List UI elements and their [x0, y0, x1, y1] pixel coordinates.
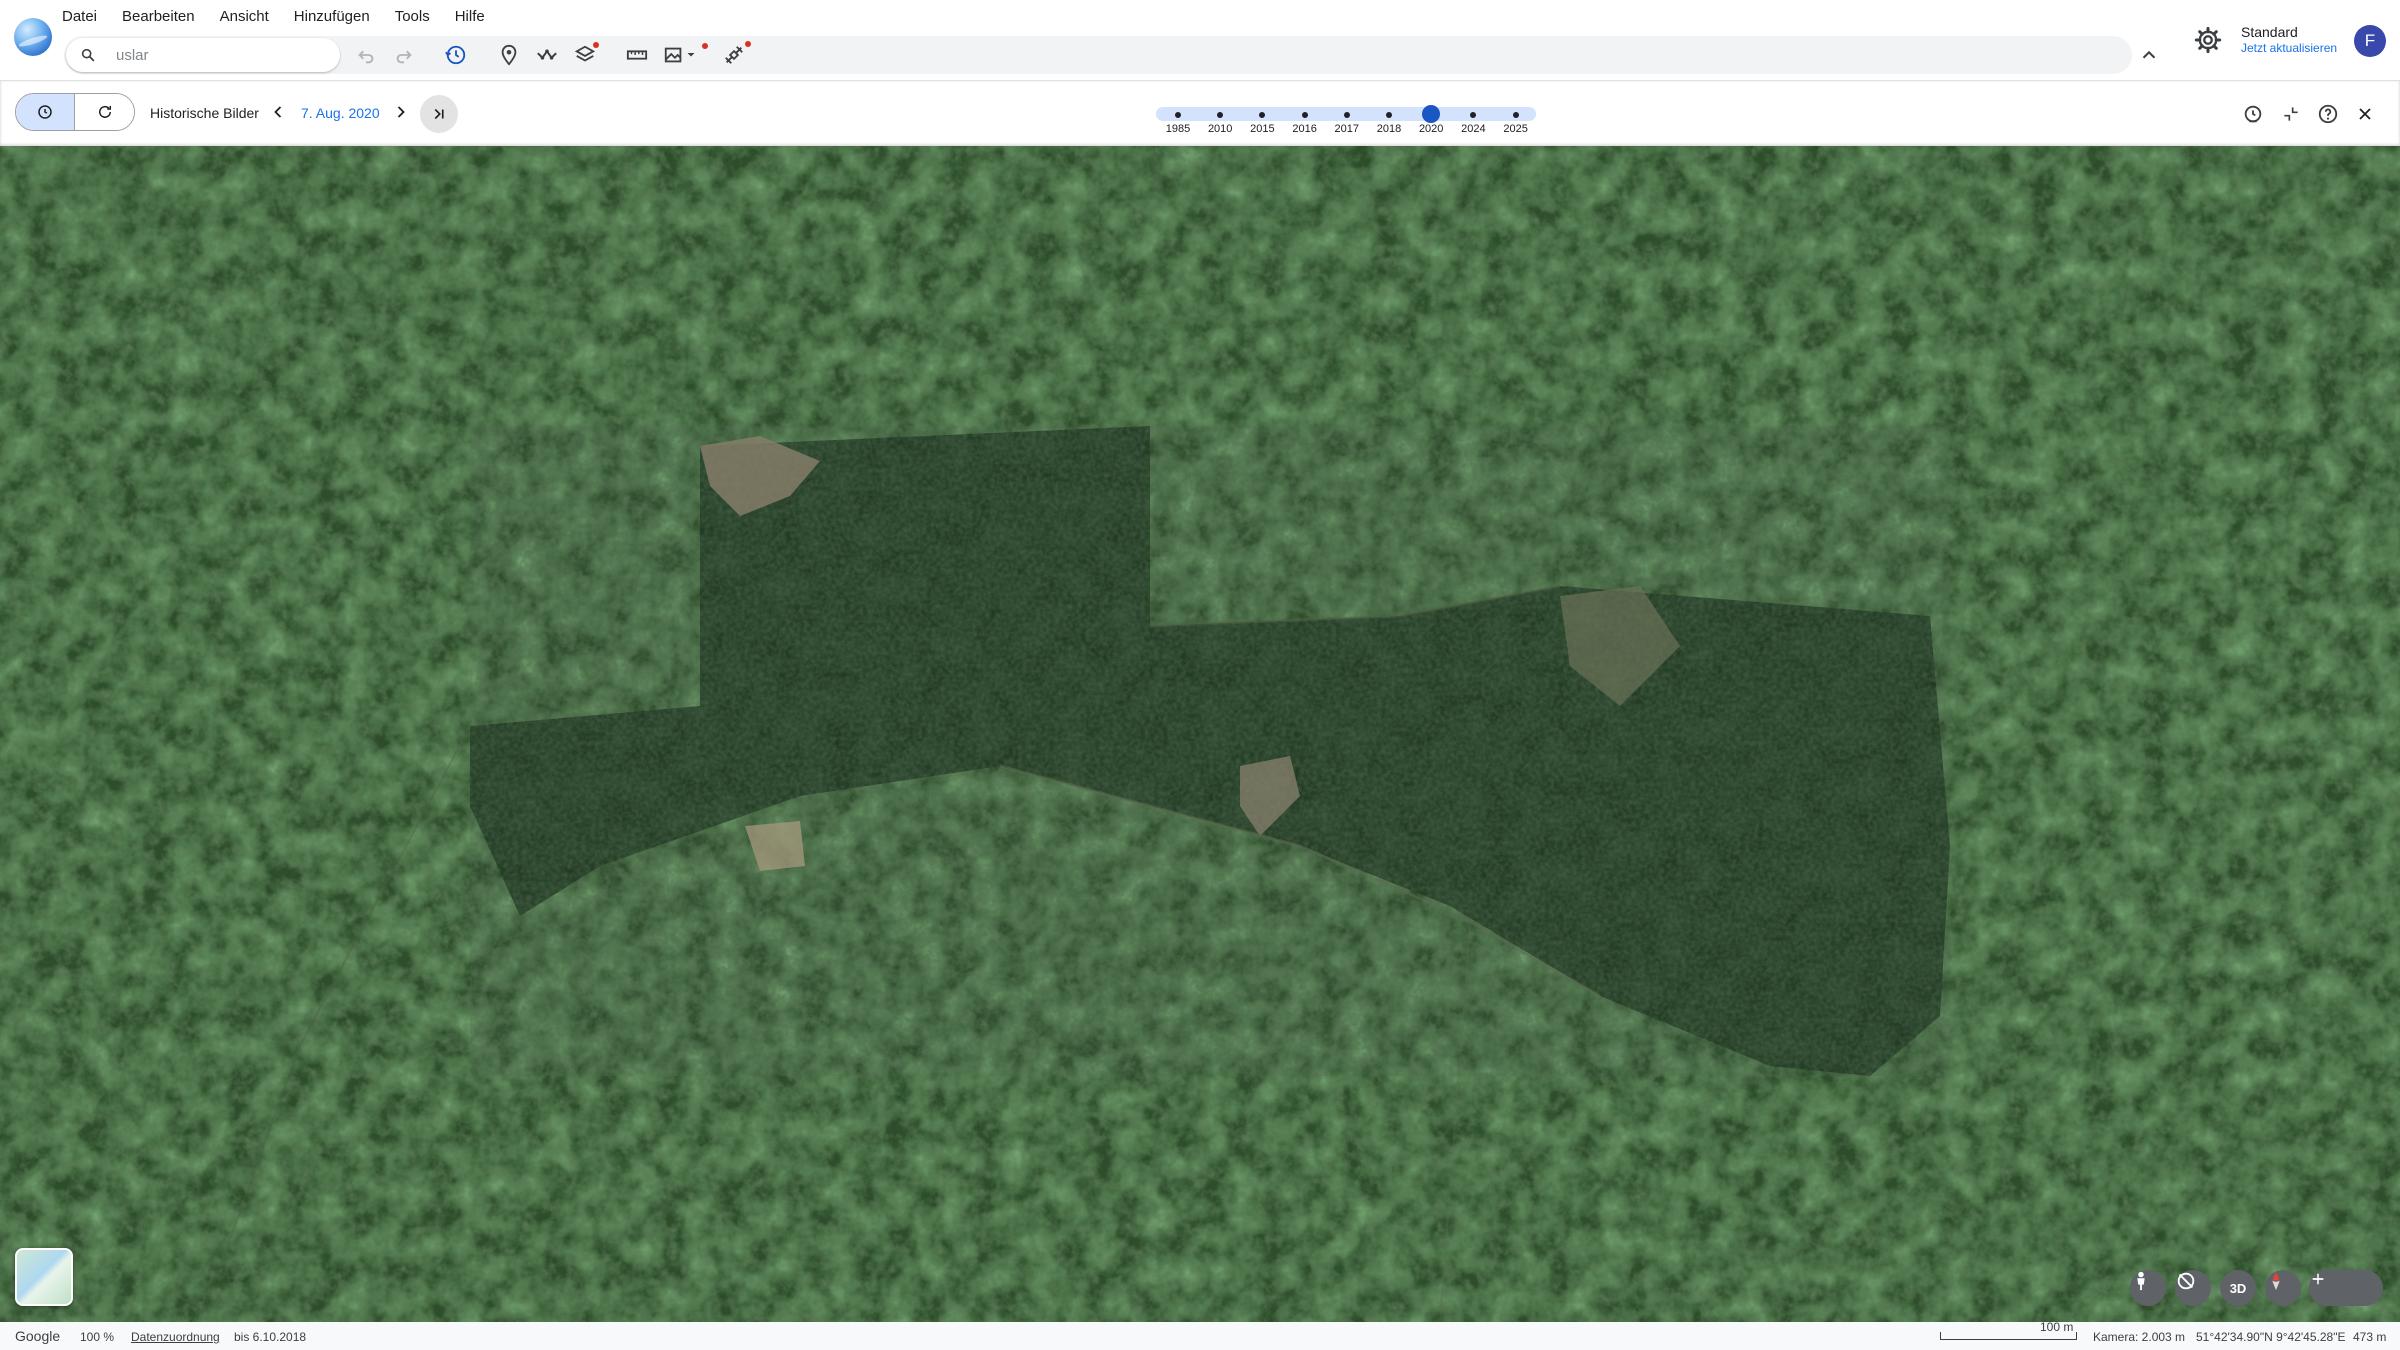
timeline-year-label[interactable]: 2015: [1242, 123, 1282, 135]
next-date-chevron-icon[interactable]: [391, 102, 411, 122]
app-header: Datei Bearbeiten Ansicht Hinzufügen Tool…: [0, 0, 2400, 80]
image-overlay-icon: [664, 47, 682, 63]
menu-tools[interactable]: Tools: [395, 6, 430, 27]
timeline-year-label[interactable]: 2017: [1327, 123, 1367, 135]
notification-dot: [702, 43, 708, 49]
history-mode-toggle: [15, 93, 135, 131]
timeline-year-dot[interactable]: [1301, 112, 1308, 118]
history-icon: [38, 105, 52, 119]
timeline-year-dot[interactable]: [1175, 112, 1181, 118]
minimize-icon: [2284, 107, 2298, 121]
camera-altitude: Kamera: 2.003 m: [2093, 1330, 2186, 1344]
refresh-mode-button[interactable]: [75, 94, 134, 130]
previous-date-chevron-icon[interactable]: [268, 102, 288, 122]
menu-bar: Datei Bearbeiten Ansicht Hinzufügen Tool…: [62, 6, 510, 27]
measure-button[interactable]: [622, 40, 652, 70]
close-icon: [2359, 108, 2371, 120]
placemark-icon: [501, 44, 517, 66]
forest-imagery: [0, 146, 2400, 1322]
elevation: 473 m: [2353, 1330, 2387, 1344]
timeline-year-label[interactable]: 2018: [1369, 123, 1409, 135]
satellite-tool-button[interactable]: [719, 40, 751, 70]
tilt-button[interactable]: [2175, 1270, 2211, 1306]
timeline-year-label[interactable]: 1985: [1158, 123, 1198, 135]
redo-icon: [396, 50, 412, 64]
historical-imagery-label: Historische Bilder: [150, 105, 259, 121]
redo-button[interactable]: [389, 40, 419, 70]
status-bar: Google 100 % Datenzuordnung bis 6.10.201…: [0, 1320, 2400, 1350]
update-link[interactable]: Jetzt aktualisieren: [2241, 41, 2337, 55]
menu-ansicht[interactable]: Ansicht: [220, 6, 269, 27]
notification-dot: [745, 41, 751, 47]
satellite-icon: [725, 46, 743, 64]
ruler-icon: [626, 50, 648, 60]
profile-name: Standard: [2241, 24, 2298, 40]
menu-datei[interactable]: Datei: [62, 6, 97, 27]
timeline-year-label[interactable]: 2024: [1453, 123, 1493, 135]
zoom-level: 100 %: [80, 1330, 115, 1344]
history-layer-icon: [2244, 105, 2262, 123]
satellite-map-view[interactable]: 3D: [0, 146, 2400, 1322]
toggle-3d-button[interactable]: 3D: [2220, 1270, 2256, 1306]
close-history-button[interactable]: [2352, 101, 2378, 127]
scale-label: 100 m: [2040, 1320, 2074, 1334]
minimize-button[interactable]: [2278, 101, 2304, 127]
search-input[interactable]: [116, 42, 326, 68]
chevron-up-icon: [2142, 50, 2156, 59]
historical-layer-button[interactable]: [2240, 101, 2266, 127]
timeline-year-dot[interactable]: [1512, 112, 1519, 118]
chevron-down-icon: [687, 53, 695, 57]
history-icon: [445, 45, 466, 65]
no-tilt-icon: [2177, 1272, 2195, 1290]
timeline-year-label[interactable]: 2020: [1411, 123, 1451, 135]
pegman-button[interactable]: [2130, 1270, 2166, 1306]
map-style-thumbnail[interactable]: [15, 1248, 73, 1306]
compass-icon: [2272, 1271, 2280, 1291]
search-box: [66, 38, 340, 72]
jump-to-latest-button[interactable]: [420, 95, 458, 133]
plus-icon: [2312, 1273, 2324, 1285]
timeline-year-dot[interactable]: [1386, 112, 1392, 118]
google-earth-logo[interactable]: [14, 18, 52, 56]
attribution-link[interactable]: Datenzuordnung: [131, 1330, 220, 1344]
notification-dot: [593, 42, 599, 48]
help-icon: [2318, 104, 2338, 124]
timeline-year-label[interactable]: 2016: [1285, 123, 1325, 135]
compass-button[interactable]: [2265, 1270, 2301, 1306]
refresh-icon: [98, 105, 111, 118]
history-toggle-button[interactable]: [441, 40, 471, 70]
current-date[interactable]: 7. Aug. 2020: [301, 105, 380, 121]
undo-button[interactable]: [351, 40, 381, 70]
timeline-year-dot[interactable]: [1343, 112, 1350, 118]
add-placemark-button[interactable]: [494, 40, 524, 70]
zoom-controls: [2309, 1270, 2383, 1306]
settings-gear-icon[interactable]: [2194, 26, 2222, 54]
timeline-year-label[interactable]: 2010: [1200, 123, 1240, 135]
history-mode-button[interactable]: [16, 94, 76, 130]
menu-bearbeiten[interactable]: Bearbeiten: [122, 6, 195, 27]
timeline-year-label[interactable]: 2025: [1496, 123, 1536, 135]
pegman-icon: [2137, 1271, 2145, 1291]
undo-icon: [358, 50, 374, 64]
layers-icon: [574, 45, 596, 62]
add-path-button[interactable]: [532, 40, 562, 70]
path-icon: [537, 49, 557, 60]
skip-to-end-icon: [434, 108, 444, 120]
google-logo: Google: [15, 1328, 61, 1344]
collapse-toolbar-button[interactable]: [2134, 40, 2164, 70]
zoom-in-button[interactable]: [2312, 1270, 2383, 1306]
help-button[interactable]: [2315, 101, 2341, 127]
avatar[interactable]: F: [2354, 25, 2386, 57]
menu-hilfe[interactable]: Hilfe: [455, 6, 485, 27]
menu-hinzufuegen[interactable]: Hinzufügen: [294, 6, 370, 27]
search-icon: [81, 48, 95, 62]
image-overlay-button[interactable]: [660, 40, 708, 70]
historical-imagery-bar: Historische Bilder 7. Aug. 2020 1985 2010…: [0, 80, 2400, 146]
coordinates: 51°42'34.90"N 9°42'45.28"E: [2196, 1330, 2346, 1344]
layers-button[interactable]: [570, 40, 600, 70]
imagery-date: bis 6.10.2018: [234, 1330, 307, 1344]
